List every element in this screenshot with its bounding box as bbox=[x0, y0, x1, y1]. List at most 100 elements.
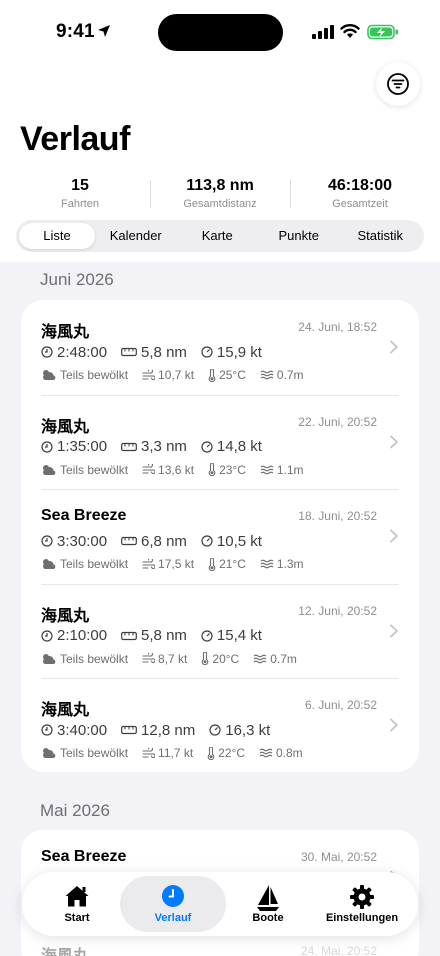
trip-boat-name: 海風丸 bbox=[41, 942, 89, 956]
trip-distance: 3,3 nm bbox=[121, 438, 187, 455]
month-header: Juni 2026 bbox=[40, 270, 114, 289]
tab-label: Einstellungen bbox=[325, 912, 399, 924]
waves-icon bbox=[260, 465, 274, 474]
thermometer-icon bbox=[208, 463, 216, 476]
trip-row[interactable]: 海風丸 22. Juni, 20:52 1:35:00 3,3 nm 14,8 … bbox=[21, 395, 419, 489]
trip-wind-value: 11,7 kt bbox=[158, 746, 194, 760]
trip-duration-value: 1:35:00 bbox=[57, 438, 108, 455]
trip-temperature-value: 20°C bbox=[212, 651, 240, 666]
waves-icon bbox=[259, 748, 273, 758]
battery-charging-icon bbox=[367, 24, 398, 40]
trip-date: 6. Juni, 20:52 bbox=[304, 698, 377, 712]
trip-row[interactable]: Sea Breeze 18. Juni, 20:52 3:30:00 6,8 n… bbox=[21, 489, 419, 583]
ruler-icon bbox=[121, 442, 137, 451]
tab-start[interactable]: Start bbox=[22, 872, 132, 936]
trip-temperature: 22°C bbox=[207, 746, 245, 760]
trip-boat-name: 海風丸 bbox=[41, 418, 90, 436]
trip-date: 18. Juni, 20:52 bbox=[298, 509, 377, 523]
trip-row[interactable]: 海風丸 12. Juni, 20:52 2:10:00 5,8 nm 15,4 … bbox=[21, 584, 419, 678]
house-icon bbox=[65, 886, 89, 907]
stat-value: 113,8 nm bbox=[186, 177, 254, 194]
sailboat-icon bbox=[257, 885, 279, 911]
ruler-icon bbox=[121, 536, 137, 546]
trip-speed: 14,8 kt bbox=[201, 438, 262, 455]
trip-row[interactable]: 海風丸 6. Juni, 20:52 3:40:00 12,8 nm 16,3 … bbox=[21, 678, 419, 772]
trip-speed: 16,3 kt bbox=[209, 722, 270, 739]
trip-metrics: 2:10:00 5,8 nm 15,4 kt bbox=[41, 627, 276, 645]
status-time: 9:41 bbox=[56, 21, 95, 42]
trip-temperature-value: 23°C bbox=[219, 462, 246, 477]
trip-duration: 1:35:00 bbox=[41, 438, 107, 455]
trip-date: 22. Juni, 20:52 bbox=[298, 414, 377, 429]
thermometer-icon bbox=[208, 368, 216, 382]
speedometer-icon bbox=[201, 535, 213, 547]
stat-label: Fahrten bbox=[61, 198, 99, 210]
segment-karte[interactable]: Karte bbox=[177, 223, 259, 249]
trip-wave-value: 1.1m bbox=[276, 462, 304, 477]
trip-temperature: 23°C bbox=[208, 463, 246, 477]
tab-einstellungen[interactable]: Einstellungen bbox=[312, 872, 412, 936]
gear-icon bbox=[350, 885, 374, 909]
stat-time: 46:18:00 Gesamtzeit bbox=[290, 176, 430, 214]
stopwatch-icon bbox=[41, 346, 53, 358]
trip-duration-value: 3:30:00 bbox=[57, 532, 108, 550]
trip-wind: 13,6 kt bbox=[142, 463, 194, 477]
tab-boote[interactable]: Boote bbox=[218, 872, 318, 936]
wind-icon bbox=[142, 747, 156, 758]
segment-statistik[interactable]: Statistik bbox=[340, 223, 422, 249]
tab-label: Boote bbox=[252, 912, 284, 924]
trip-duration-value: 2:10:00 bbox=[57, 627, 108, 644]
tab-verlauf[interactable]: Verlauf bbox=[120, 872, 226, 936]
filter-icon bbox=[387, 73, 409, 95]
trip-wave: 0.8m bbox=[259, 746, 303, 760]
partly-cloudy-icon bbox=[43, 464, 56, 475]
clock-icon bbox=[162, 885, 184, 907]
trip-speed-value: 16,3 kt bbox=[225, 721, 271, 739]
wifi-icon bbox=[340, 24, 360, 38]
speedometer-icon bbox=[201, 346, 213, 358]
trip-distance-value: 6,8 nm bbox=[141, 532, 187, 550]
trip-date: 24. Juni, 18:52 bbox=[298, 320, 377, 334]
trip-metrics: 2:48:00 5,8 nm 15,9 kt bbox=[41, 343, 276, 361]
segment-punkte[interactable]: Punkte bbox=[258, 223, 340, 249]
trip-weather: Teils bewölkt bbox=[41, 557, 128, 571]
speedometer-icon bbox=[201, 440, 213, 453]
trip-temperature: 20°C bbox=[201, 652, 239, 666]
segment-liste[interactable]: Liste bbox=[19, 223, 95, 249]
dynamic-island bbox=[158, 14, 283, 51]
wind-icon bbox=[142, 369, 156, 380]
trip-duration: 3:30:00 bbox=[41, 533, 107, 550]
trip-conditions: Teils bewölkt 10,7 kt 25°C 0.7m bbox=[41, 368, 318, 382]
trip-wind: 10,7 kt bbox=[142, 368, 194, 382]
trip-boat-name: 海風丸 bbox=[41, 324, 90, 341]
stat-trips: 15 Fahrten bbox=[10, 176, 150, 214]
trip-temperature: 25°C bbox=[208, 368, 246, 382]
chevron-right-icon bbox=[390, 624, 398, 637]
stat-value: 15 bbox=[71, 177, 89, 194]
chevron-right-icon bbox=[390, 718, 398, 732]
stopwatch-icon bbox=[41, 724, 53, 736]
trip-weather-value: Teils bewölkt bbox=[60, 651, 129, 666]
trip-distance: 6,8 nm bbox=[121, 533, 187, 550]
month-header: Mai 2026 bbox=[40, 801, 110, 820]
chevron-right-icon bbox=[390, 340, 398, 354]
trip-conditions: Teils bewölkt 13,6 kt 23°C 1.1m bbox=[41, 463, 318, 477]
trip-duration-value: 3:40:00 bbox=[57, 721, 108, 739]
trip-wind: 8,7 kt bbox=[142, 652, 187, 666]
tab-label: Start bbox=[64, 912, 90, 924]
thermometer-icon bbox=[207, 746, 215, 760]
partly-cloudy-icon bbox=[43, 370, 56, 380]
trip-duration-value: 2:48:00 bbox=[57, 343, 108, 361]
trip-row[interactable]: 海風丸 24. Juni, 18:52 2:48:00 5,8 nm 15,9 … bbox=[21, 300, 419, 394]
trip-speed-value: 10,5 kt bbox=[216, 532, 262, 550]
trip-date: 30. Mai, 20:52 bbox=[300, 850, 377, 864]
segment-kalender[interactable]: Kalender bbox=[95, 223, 177, 249]
trip-weather-value: Teils bewölkt bbox=[60, 557, 129, 571]
status-bar: 9:41 bbox=[0, 0, 440, 62]
stat-label: Gesamtzeit bbox=[332, 198, 388, 210]
speedometer-icon bbox=[201, 629, 213, 642]
filter-button[interactable] bbox=[376, 62, 420, 106]
ruler-icon bbox=[121, 631, 137, 640]
trip-boat-name: 海風丸 bbox=[41, 607, 90, 625]
cellular-signal-icon bbox=[312, 25, 334, 39]
